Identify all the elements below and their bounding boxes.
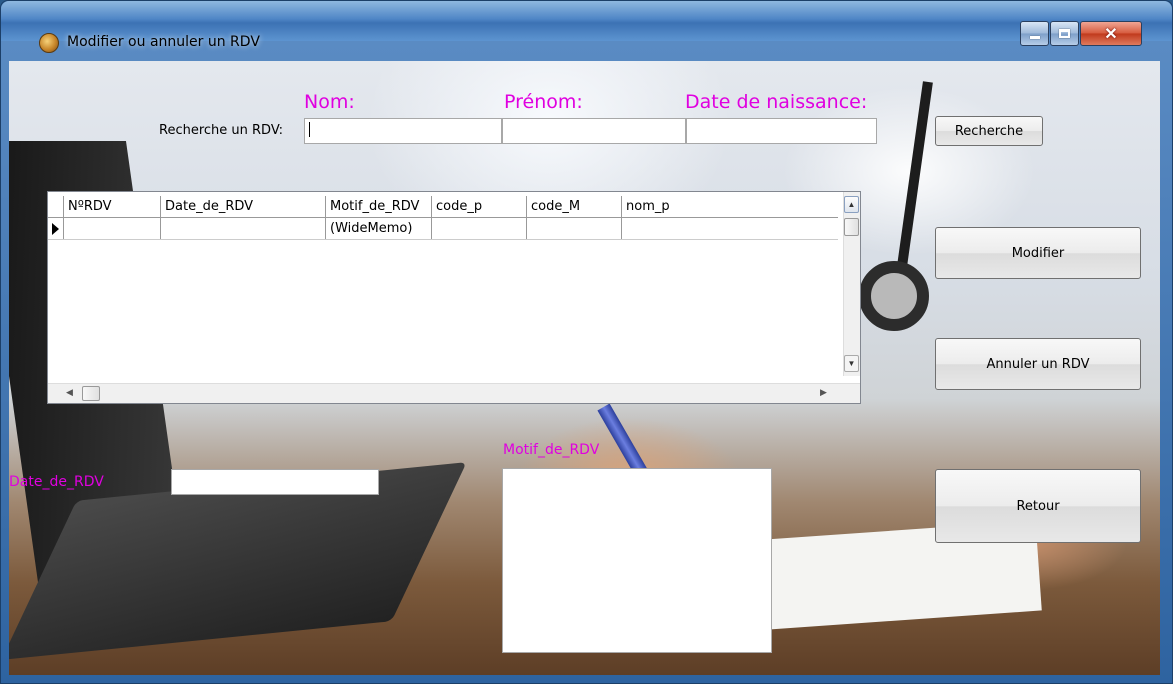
grid-cell[interactable] [432,218,527,239]
rdv-grid[interactable]: NºRDV Date_de_RDV Motif_de_RDV code_p co… [47,191,861,404]
grid-cell[interactable] [622,218,838,239]
date-de-rdv-label: Date_de_RDV [9,474,104,490]
date-de-rdv-input[interactable] [171,469,379,495]
motif-de-rdv-textarea[interactable] [502,468,772,653]
scroll-right-icon[interactable]: ▶ [820,387,827,398]
grid-col-header[interactable]: code_p [432,196,527,217]
app-icon [39,33,59,53]
grid-cell[interactable] [64,218,161,239]
grid-cell[interactable]: (WideMemo) [326,218,432,239]
grid-col-header[interactable]: Motif_de_RDV [326,196,432,217]
maximize-button[interactable] [1050,21,1079,46]
grid-cell[interactable] [527,218,622,239]
current-row-arrow-icon [52,223,59,235]
scroll-up-button[interactable]: ▲ [844,196,859,213]
horizontal-scroll-thumb[interactable] [82,386,100,401]
recherche-button[interactable]: Recherche [935,116,1043,146]
grid-header: NºRDV Date_de_RDV Motif_de_RDV code_p co… [48,196,838,218]
search-nom-input[interactable] [304,118,502,144]
vertical-scroll-thumb[interactable] [844,218,859,236]
grid-cell[interactable] [161,218,326,239]
scroll-left-icon[interactable]: ◀ [66,387,73,398]
minimize-icon [1029,36,1040,39]
grid-horizontal-scrollbar[interactable]: ◀ ▶ [48,383,860,403]
minimize-button[interactable] [1020,21,1049,46]
search-header-date-naissance: Date de naissance: [685,91,868,113]
grid-col-header[interactable]: code_M [527,196,622,217]
form-client-area: Nom: Prénom: Date de naissance: Recherch… [9,61,1160,675]
row-indicator [48,218,64,239]
background-stethoscope-image [859,261,929,331]
modifier-button[interactable]: Modifier [935,227,1141,279]
motif-de-rdv-label: Motif_de_RDV [503,442,600,458]
app-window: Modifier ou annuler un RDV ✕ Nom: Prénom… [0,0,1173,684]
annuler-rdv-button[interactable]: Annuler un RDV [935,338,1141,390]
maximize-icon [1059,29,1070,38]
grid-col-header[interactable]: Date_de_RDV [161,196,326,217]
search-header-nom: Nom: [304,91,355,113]
search-date-naissance-input[interactable] [686,118,877,144]
background-stethoscope-tube [895,81,933,281]
chevron-down-icon: ▼ [847,359,856,368]
close-icon: ✕ [1104,25,1118,43]
window-title: Modifier ou annuler un RDV [67,34,260,50]
search-prenom-input[interactable] [502,118,686,144]
chevron-up-icon: ▲ [847,200,856,209]
table-row[interactable]: (WideMemo) [48,218,838,240]
search-header-prenom: Prénom: [504,91,583,113]
close-button[interactable]: ✕ [1080,21,1142,46]
search-label: Recherche un RDV: [159,123,284,138]
grid-vertical-scrollbar[interactable]: ▲ ▼ [843,192,860,376]
grid-col-header[interactable]: NºRDV [64,196,161,217]
scroll-down-button[interactable]: ▼ [844,355,859,372]
grid-header-corner [48,196,64,217]
grid-col-header[interactable]: nom_p [622,196,838,217]
retour-button[interactable]: Retour [935,469,1141,543]
